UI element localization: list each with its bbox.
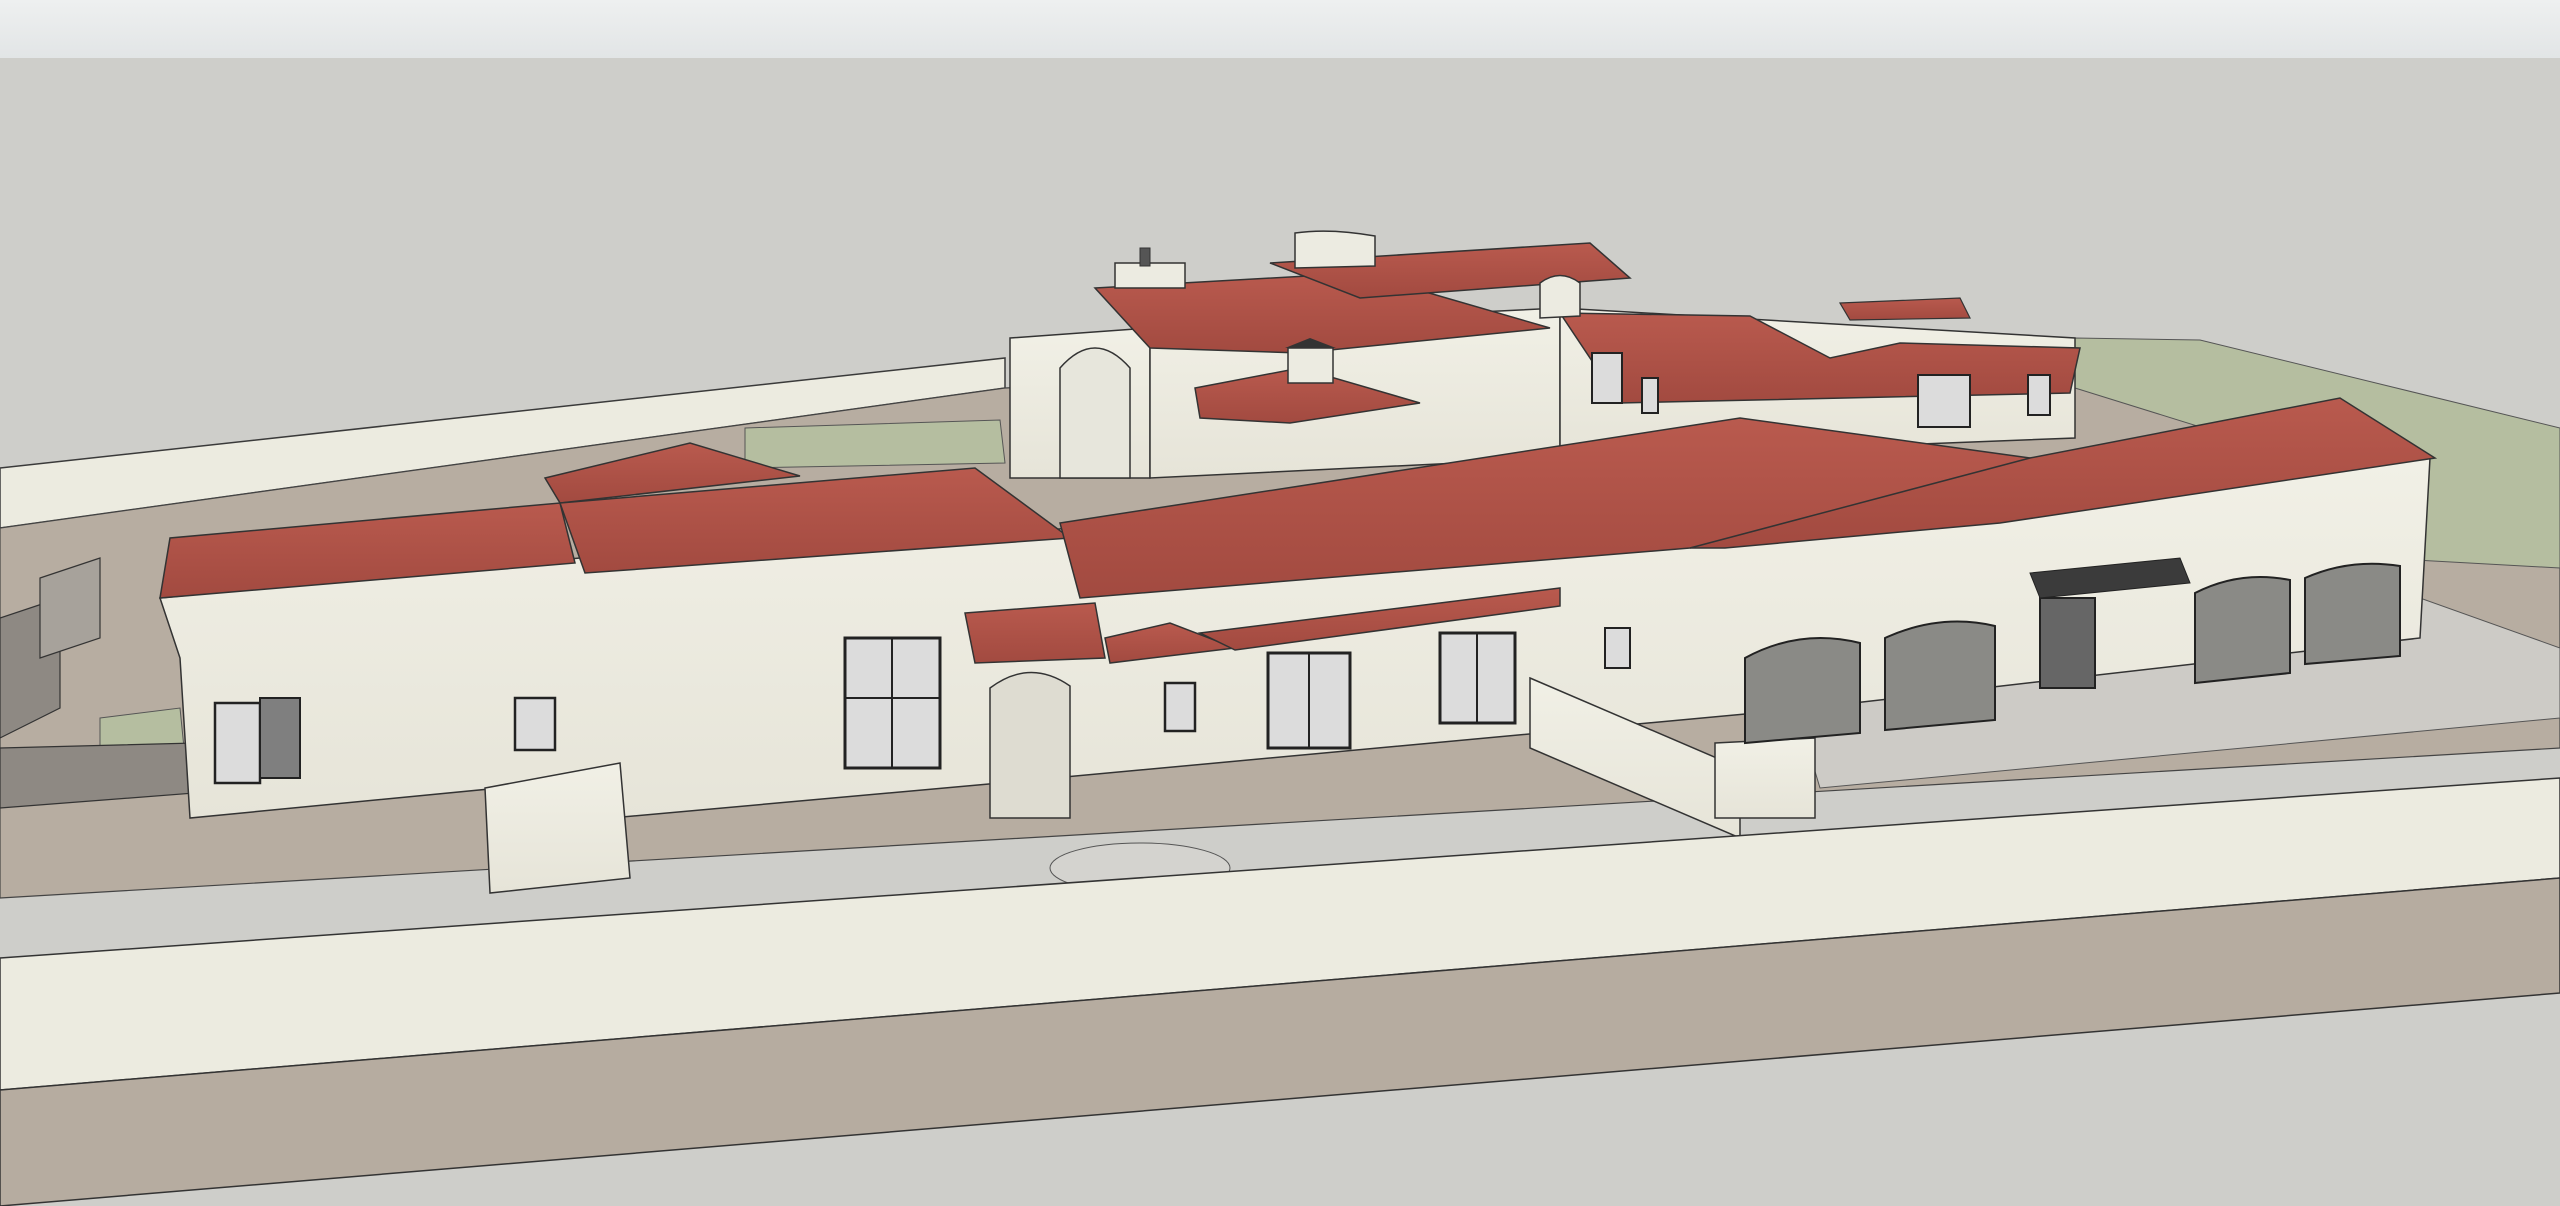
- upper-house-volumes: [1009, 230, 2081, 479]
- modeling-app-window: [0, 0, 2560, 1206]
- toolbar-strip: [0, 0, 2560, 59]
- 3d-viewport[interactable]: [0, 58, 2560, 1206]
- house-model-render[interactable]: [0, 58, 2560, 1206]
